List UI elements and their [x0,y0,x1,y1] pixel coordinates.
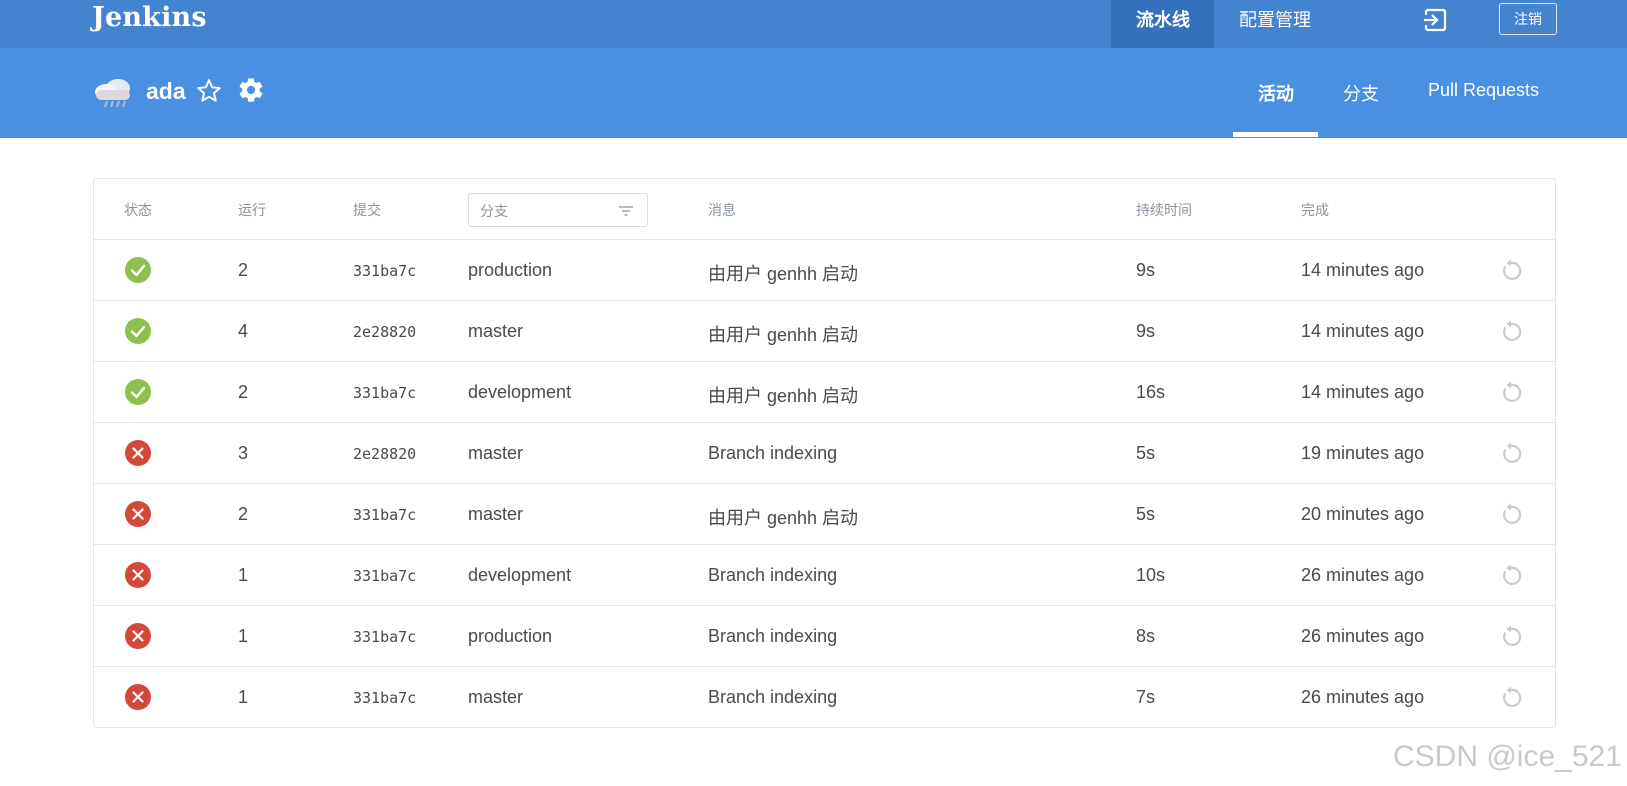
table-row[interactable]: 1 331ba7c master Branch indexing 7s 26 minute… [94,667,1555,728]
commit-hash[interactable]: 331ba7c [353,567,416,585]
run-number: 1 [238,687,249,707]
commit-hash[interactable]: 331ba7c [353,384,416,402]
run-number: 2 [238,260,249,280]
job-header: ada 活动 分支 Pull Requests [0,48,1627,138]
table-row[interactable]: 1 331ba7c production Branch indexing 8s 26 mi… [94,606,1555,667]
run-number: 3 [238,443,249,463]
gear-icon[interactable] [237,76,265,104]
completed-time: 26 minutes ago [1301,565,1425,585]
commit-hash[interactable]: 331ba7c [353,506,416,524]
success-check-icon [125,257,151,283]
replay-icon[interactable] [1499,625,1523,649]
run-message: 由用户 genhh 启动 [708,325,859,345]
nav-admin[interactable]: 配置管理 [1239,6,1311,32]
run-message: 由用户 genhh 启动 [708,386,859,406]
branch-name: master [468,321,524,341]
branch-name: production [468,260,553,280]
commit-hash[interactable]: 2e28820 [353,323,416,341]
jenkins-logo[interactable]: Jenkins [92,2,207,33]
run-message: Branch indexing [708,687,838,707]
replay-icon[interactable] [1499,320,1523,344]
completed-time: 20 minutes ago [1301,504,1425,524]
completed-time: 19 minutes ago [1301,443,1425,463]
column-header-run: 运行 [238,202,266,218]
column-header-commit: 提交 [353,202,381,218]
star-icon[interactable] [196,78,222,104]
run-duration: 5s [1136,504,1156,524]
table-row[interactable]: 2 331ba7c master 由用户 genhh 启动 5s 20 minutes a… [94,484,1555,545]
run-message: Branch indexing [708,565,838,585]
success-check-icon [125,318,151,344]
column-header-completed: 完成 [1301,202,1329,218]
table-row[interactable]: 3 2e28820 master Branch indexing 5s 19 minute… [94,423,1555,484]
tab-activity[interactable]: 活动 [1258,80,1294,106]
branch-name: development [468,382,572,402]
run-number: 4 [238,321,249,341]
run-number: 2 [238,504,249,524]
failure-x-icon [125,501,151,527]
table-header: 状态 运行 提交 分支 消息 持续时间 完成 [94,179,1555,240]
failure-x-icon [125,623,151,649]
run-duration: 5s [1136,443,1156,463]
run-message: Branch indexing [708,443,838,463]
run-duration: 16s [1136,382,1166,402]
run-message: 由用户 genhh 启动 [708,508,859,528]
completed-time: 14 minutes ago [1301,260,1425,280]
watermark: CSDN @ice_521 [1393,740,1622,773]
run-duration: 9s [1136,321,1156,341]
run-duration: 9s [1136,260,1156,280]
replay-icon[interactable] [1499,686,1523,710]
active-tab-indicator [1233,132,1318,137]
branch-filter-placeholder: 分支 [480,203,508,219]
commit-hash[interactable]: 331ba7c [353,262,416,280]
run-duration: 10s [1136,565,1166,585]
run-duration: 8s [1136,626,1156,646]
logout-button[interactable]: 注销 [1499,3,1557,35]
failure-x-icon [125,440,151,466]
branch-name: master [468,504,524,524]
run-message: Branch indexing [708,626,838,646]
commit-hash[interactable]: 331ba7c [353,689,416,707]
table-row[interactable]: 4 2e28820 master 由用户 genhh 启动 9s 14 minutes a… [94,301,1555,362]
commit-hash[interactable]: 331ba7c [353,628,416,646]
completed-time: 26 minutes ago [1301,687,1425,707]
run-message: 由用户 genhh 启动 [708,264,859,284]
activity-table: 状态 运行 提交 分支 消息 持续时间 完成 2 331ba7c productio… [93,178,1556,728]
run-number: 2 [238,382,249,402]
branch-name: production [468,626,553,646]
branch-name: master [468,687,524,707]
commit-hash[interactable]: 2e28820 [353,445,416,463]
table-row[interactable]: 1 331ba7c development Branch indexing 10s 26 … [94,545,1555,606]
column-header-status: 状态 [124,202,152,218]
top-navigation-bar: Jenkins 流水线 配置管理 注销 [0,0,1627,48]
replay-icon[interactable] [1499,564,1523,588]
run-number: 1 [238,626,249,646]
table-row[interactable]: 2 331ba7c development 由用户 genhh 启动 16s 14 min… [94,362,1555,423]
replay-icon[interactable] [1499,259,1523,283]
table-row[interactable]: 2 331ba7c production 由用户 genhh 启动 9s 14 minut… [94,240,1555,301]
branch-name: master [468,443,524,463]
tab-pull-requests[interactable]: Pull Requests [1428,80,1539,101]
failure-x-icon [125,684,151,710]
cloud-rain-icon [95,79,130,108]
replay-icon[interactable] [1499,381,1523,405]
branch-name: development [468,565,572,585]
replay-icon[interactable] [1499,442,1523,466]
run-number: 1 [238,565,249,585]
completed-time: 14 minutes ago [1301,382,1425,402]
column-header-message: 消息 [708,202,736,218]
exit-icon[interactable] [1422,7,1448,33]
job-name: ada [146,78,186,104]
column-header-duration: 持续时间 [1136,202,1192,218]
branch-filter-input[interactable]: 分支 [468,193,648,227]
nav-pipeline[interactable]: 流水线 [1136,6,1190,32]
run-duration: 7s [1136,687,1156,707]
completed-time: 26 minutes ago [1301,626,1425,646]
success-check-icon [125,379,151,405]
completed-time: 14 minutes ago [1301,321,1425,341]
filter-icon[interactable] [618,204,634,218]
tab-branches[interactable]: 分支 [1343,80,1379,106]
failure-x-icon [125,562,151,588]
replay-icon[interactable] [1499,503,1523,527]
